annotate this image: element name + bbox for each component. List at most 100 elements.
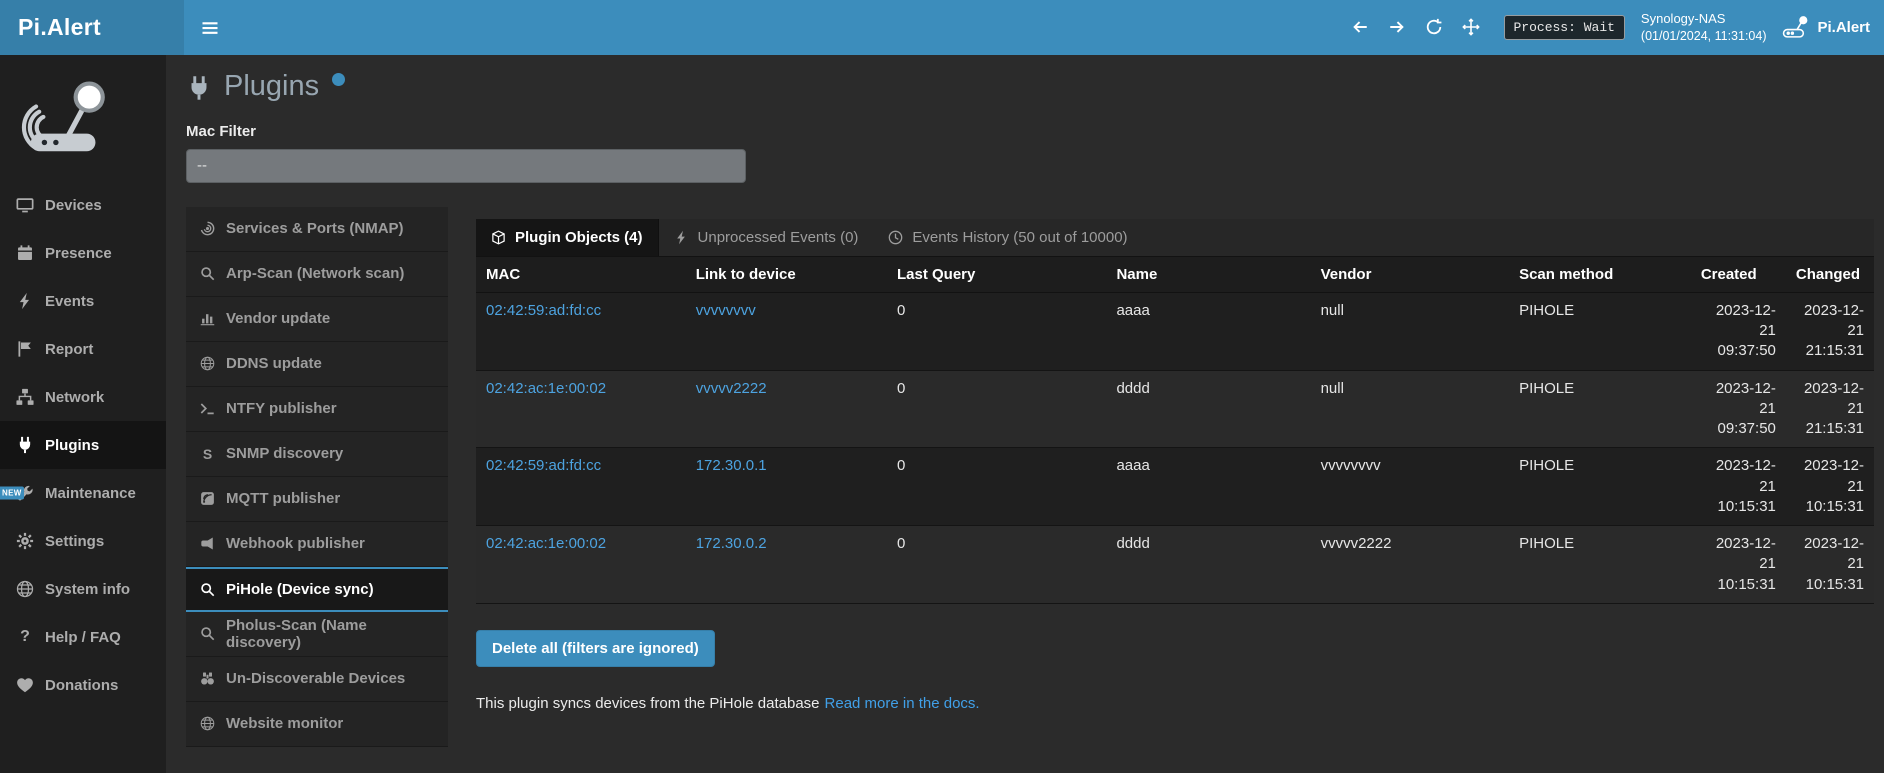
search-icon: [200, 582, 215, 597]
delete-all-button[interactable]: Delete all (filters are ignored): [476, 630, 715, 667]
plugin-nav-item-vendor-update[interactable]: Vendor update: [186, 297, 448, 342]
mac-link[interactable]: 02:42:ac:1e:00:02: [486, 535, 606, 552]
cell-scan-method: PIHOLE: [1509, 292, 1691, 370]
sidebar-item-settings[interactable]: Settings: [0, 517, 166, 565]
sidebar-item-label: Settings: [45, 533, 104, 550]
tab-events-history-50-out-of-10000[interactable]: Events History (50 out of 10000): [873, 219, 1142, 256]
plug-icon: [186, 74, 212, 102]
mqtt-icon: [200, 491, 215, 506]
tab-label: Events History (50 out of 10000): [912, 229, 1127, 246]
column-header-last-query[interactable]: Last Query: [887, 257, 1106, 293]
cell-link-to-device: 172.30.0.1: [686, 448, 887, 526]
plugin-nav-item-website-monitor[interactable]: Website monitor: [186, 702, 448, 747]
column-header-link-to-device[interactable]: Link to device: [686, 257, 887, 293]
column-header-scan-method[interactable]: Scan method: [1509, 257, 1691, 293]
plugin-nav-item-webhook-publisher[interactable]: Webhook publisher: [186, 522, 448, 567]
sidebar-item-devices[interactable]: Devices: [0, 181, 166, 229]
sidebar-item-events[interactable]: Events: [0, 277, 166, 325]
sidebar-item-label: Donations: [45, 677, 118, 694]
back-arrow-icon[interactable]: [1351, 18, 1369, 36]
topbar-nav: [1351, 18, 1480, 36]
binoculars-icon: [200, 671, 215, 686]
cell-vendor: vvvvv2222: [1311, 526, 1510, 604]
cell-mac: 02:42:59:ad:fd:cc: [476, 292, 686, 370]
title-info-badge[interactable]: [332, 73, 345, 86]
docs-link[interactable]: Read more in the docs.: [825, 695, 980, 712]
tab-label: Plugin Objects (4): [515, 229, 643, 246]
plugin-nav-item-ntfy-publisher[interactable]: NTFY publisher: [186, 387, 448, 432]
table-header-row: MACLink to deviceLast QueryNameVendorSca…: [476, 257, 1874, 293]
mac-link[interactable]: 02:42:59:ad:fd:cc: [486, 302, 601, 319]
app-name: Pi.Alert: [1817, 19, 1870, 36]
plugin-nav-item-snmp-discovery[interactable]: SSNMP discovery: [186, 432, 448, 477]
sidebar-item-maintenance[interactable]: NEW Maintenance: [0, 469, 166, 517]
sidebar-item-system-info[interactable]: System info: [0, 565, 166, 613]
host-info: Synology-NAS (01/01/2024, 11:31:04): [1641, 10, 1767, 44]
sidebar-item-presence[interactable]: Presence: [0, 229, 166, 277]
globe-icon: [16, 580, 34, 598]
device-link[interactable]: vvvvv2222: [696, 380, 767, 397]
move-icon[interactable]: [1462, 18, 1480, 36]
cell-created: 2023-12-2109:37:50: [1691, 292, 1786, 370]
plugin-nav-item-arp-scan-network-scan[interactable]: Arp-Scan (Network scan): [186, 252, 448, 297]
plugin-nav-item-un-discoverable-devices[interactable]: Un-Discoverable Devices: [186, 657, 448, 702]
plugin-nav-item-pholus-scan-name-discovery[interactable]: Pholus-Scan (Name discovery): [186, 612, 448, 657]
search-icon: [200, 626, 215, 641]
device-link[interactable]: 172.30.0.2: [696, 535, 767, 552]
sidebar-item-help-faq[interactable]: ?Help / FAQ: [0, 613, 166, 661]
cell-vendor: null: [1311, 370, 1510, 448]
sidebar-item-label: Maintenance: [45, 485, 136, 502]
pialert-app: Pi.Alert Process: Wait Synology-NAS (01/…: [0, 0, 1884, 773]
sidebar-item-report[interactable]: Report: [0, 325, 166, 373]
question-icon: ?: [16, 628, 34, 646]
cell-changed: 2023-12-2110:15:31: [1786, 526, 1874, 604]
plugin-nav-label: Arp-Scan (Network scan): [226, 265, 404, 282]
terminal-icon: [200, 401, 215, 416]
device-link[interactable]: vvvvvvvv: [696, 302, 756, 319]
cell-created: 2023-12-2110:15:31: [1691, 448, 1786, 526]
mac-link[interactable]: 02:42:59:ad:fd:cc: [486, 457, 601, 474]
plugin-nav-item-ddns-update[interactable]: DDNS update: [186, 342, 448, 387]
cube-icon: [491, 230, 506, 245]
sidebar-item-plugins[interactable]: Plugins: [0, 421, 166, 469]
cell-name: aaaa: [1106, 292, 1310, 370]
host-name: Synology-NAS: [1641, 10, 1767, 28]
cell-name: aaaa: [1106, 448, 1310, 526]
plugin-tabs: Plugin Objects (4) Unprocessed Events (0)…: [476, 219, 1874, 257]
column-header-changed[interactable]: Changed: [1786, 257, 1874, 293]
refresh-icon[interactable]: [1425, 18, 1443, 36]
plugin-nav-label: MQTT publisher: [226, 490, 340, 507]
plug-icon: [16, 436, 34, 454]
sidebar-item-donations[interactable]: Donations: [0, 661, 166, 709]
mac-link[interactable]: 02:42:ac:1e:00:02: [486, 380, 606, 397]
cell-scan-method: PIHOLE: [1509, 370, 1691, 448]
forward-arrow-icon[interactable]: [1388, 18, 1406, 36]
plugin-nav-item-pihole-device-sync[interactable]: PiHole (Device sync): [186, 567, 448, 612]
tab-plugin-objects-4[interactable]: Plugin Objects (4): [476, 219, 659, 256]
tab-label: Unprocessed Events (0): [698, 229, 859, 246]
s-icon: S: [200, 446, 215, 461]
menu-icon[interactable]: [200, 18, 220, 38]
chart-icon: [200, 311, 215, 326]
column-header-vendor[interactable]: Vendor: [1311, 257, 1510, 293]
new-badge: NEW: [0, 487, 24, 500]
sidebar-item-network[interactable]: Network: [0, 373, 166, 421]
table-row: 02:42:59:ad:fd:cc172.30.0.10aaaavvvvvvvv…: [476, 448, 1874, 526]
mac-filter-input[interactable]: [186, 149, 746, 183]
cell-vendor: null: [1311, 292, 1510, 370]
device-link[interactable]: 172.30.0.1: [696, 457, 767, 474]
tab-unprocessed-events-0[interactable]: Unprocessed Events (0): [659, 219, 874, 256]
column-header-mac[interactable]: MAC: [476, 257, 686, 293]
table-row: 02:42:ac:1e:00:02vvvvv22220ddddnullPIHOL…: [476, 370, 1874, 448]
cell-scan-method: PIHOLE: [1509, 526, 1691, 604]
mac-filter-label: Mac Filter: [186, 123, 1874, 140]
plugin-nav-item-services-ports-nmap[interactable]: Services & Ports (NMAP): [186, 207, 448, 252]
globe-icon: [200, 356, 215, 371]
cell-name: dddd: [1106, 370, 1310, 448]
plugin-nav-item-mqtt-publisher[interactable]: MQTT publisher: [186, 477, 448, 522]
sidebar-item-label: Report: [45, 341, 93, 358]
radar-icon: [200, 221, 215, 236]
column-header-name[interactable]: Name: [1106, 257, 1310, 293]
column-header-created[interactable]: Created: [1691, 257, 1786, 293]
brand-logo[interactable]: Pi.Alert: [0, 0, 184, 55]
